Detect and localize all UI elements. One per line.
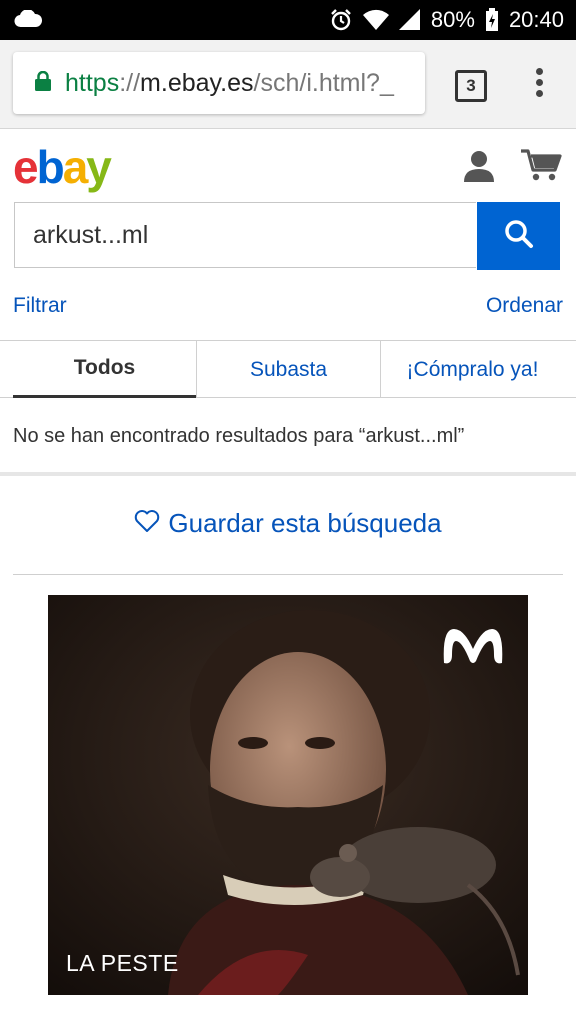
cloud-icon: [14, 9, 43, 33]
save-search-label: Guardar esta búsqueda: [168, 507, 442, 538]
wifi-icon: [362, 9, 389, 31]
tab-switcher-button[interactable]: 3: [455, 70, 487, 102]
save-search-button[interactable]: Guardar esta búsqueda: [0, 506, 576, 540]
sort-link[interactable]: Ordenar: [486, 294, 563, 318]
signal-icon: [398, 9, 421, 31]
search-input[interactable]: arkust...ml: [14, 202, 476, 268]
search-icon: [504, 219, 534, 254]
address-bar[interactable]: https://m.ebay.es/sch/i.html?_: [13, 52, 425, 114]
browser-toolbar: https://m.ebay.es/sch/i.html?_ 3: [0, 40, 576, 129]
url-text: https://m.ebay.es/sch/i.html?_: [65, 69, 394, 98]
url-scheme: https: [65, 68, 120, 97]
ebay-logo[interactable]: ebay: [13, 140, 112, 194]
url-path: /sch/i.html?_: [253, 68, 394, 97]
lock-icon: [35, 70, 51, 96]
url-separator: ://: [119, 68, 141, 97]
url-host: m.ebay.es: [140, 68, 254, 97]
listing-type-tabs: Todos Subasta ¡Cómpralo ya!: [0, 340, 576, 398]
divider: [13, 574, 563, 575]
status-bar: 80% 20:40: [0, 0, 576, 40]
advertisement-banner[interactable]: LA PESTE: [48, 595, 528, 995]
cart-icon[interactable]: [520, 148, 562, 187]
movistar-logo-icon: [440, 621, 506, 674]
section-divider: [0, 472, 576, 476]
battery-icon: [485, 8, 499, 32]
clock-time: 20:40: [508, 7, 564, 32]
tab-buy-it-now[interactable]: ¡Cómpralo ya!: [380, 341, 564, 398]
overflow-menu-icon[interactable]: [534, 68, 544, 100]
ad-caption: LA PESTE: [66, 950, 179, 976]
logo-letter-e: e: [13, 141, 39, 193]
search-button[interactable]: [477, 202, 560, 270]
logo-letter-b: b: [36, 141, 65, 193]
alarm-icon: [329, 8, 353, 32]
heart-icon: [134, 506, 168, 540]
tab-all[interactable]: Todos: [13, 341, 196, 398]
tab-auction[interactable]: Subasta: [196, 341, 380, 398]
logo-letter-a: a: [62, 141, 89, 193]
logo-letter-y: y: [86, 141, 112, 193]
battery-percent: 80%: [430, 7, 475, 32]
user-icon[interactable]: [462, 150, 496, 187]
no-results-message: No se han encontrado resultados para “ar…: [13, 425, 465, 447]
filter-link[interactable]: Filtrar: [13, 294, 67, 318]
